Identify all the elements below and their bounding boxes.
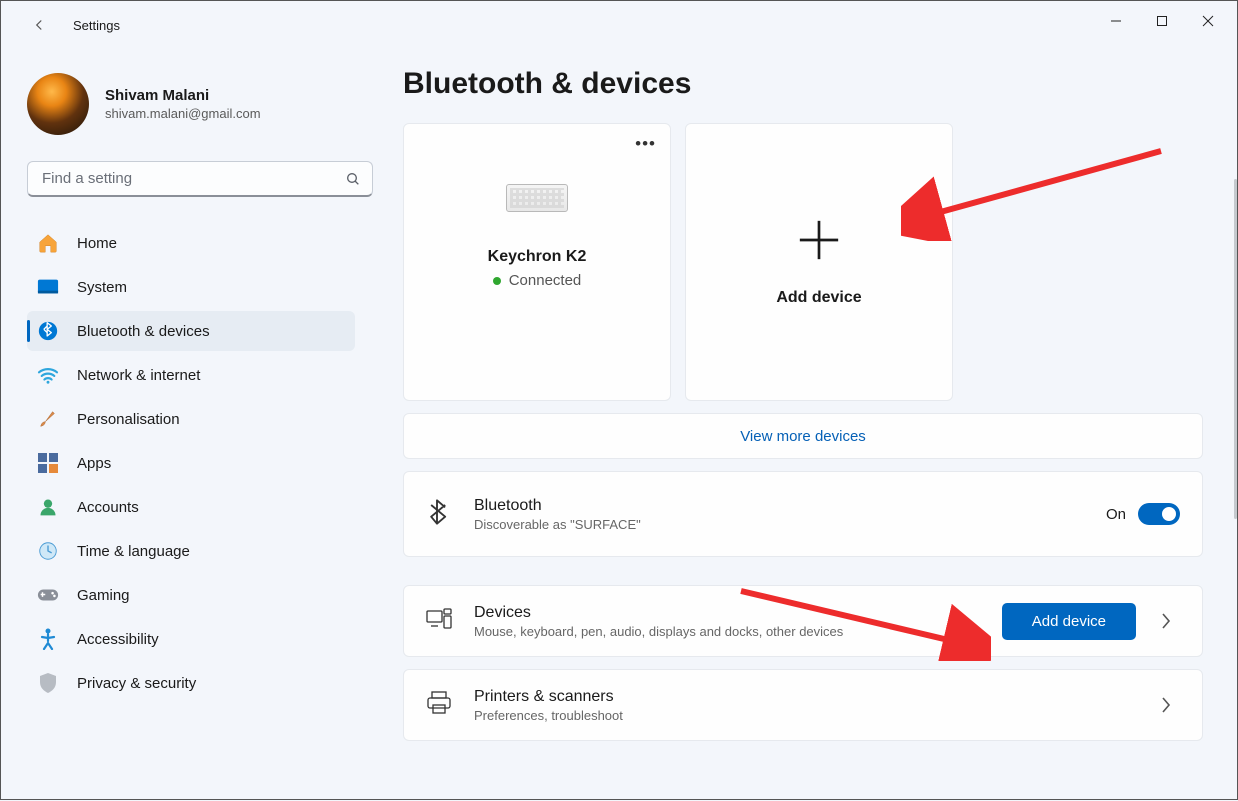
nav-label: Apps — [77, 455, 111, 472]
avatar — [27, 73, 89, 135]
sidebar-item-personalisation[interactable]: Personalisation — [27, 399, 355, 439]
system-icon — [37, 276, 59, 298]
status-dot-icon — [493, 277, 501, 285]
more-button[interactable]: ••• — [635, 134, 656, 154]
devices-title: Devices — [474, 604, 1002, 622]
bluetooth-icon — [426, 498, 454, 531]
bluetooth-icon — [37, 320, 59, 342]
bluetooth-toggle[interactable] — [1138, 503, 1180, 525]
nav-label: Network & internet — [77, 367, 200, 384]
printers-title: Printers & scanners — [474, 688, 1152, 706]
sidebar-item-gaming[interactable]: Gaming — [27, 575, 355, 615]
printer-icon — [426, 691, 454, 720]
toggle-label: On — [1106, 506, 1126, 523]
nav-label: Home — [77, 235, 117, 252]
wifi-icon — [37, 364, 59, 386]
add-device-label: Add device — [776, 289, 861, 307]
sidebar-item-time[interactable]: Time & language — [27, 531, 355, 571]
nav-label: Bluetooth & devices — [77, 323, 210, 340]
titlebar: Settings — [1, 1, 1237, 49]
printers-chevron[interactable] — [1152, 696, 1180, 714]
scrollbar[interactable] — [1234, 179, 1237, 519]
printers-row[interactable]: Printers & scanners Preferences, trouble… — [403, 669, 1203, 741]
devices-row[interactable]: Devices Mouse, keyboard, pen, audio, dis… — [403, 585, 1203, 657]
nav-label: Gaming — [77, 587, 130, 604]
search-input[interactable] — [27, 161, 373, 197]
chevron-right-icon — [1160, 612, 1172, 630]
nav: Home System Bluetooth & devices Network … — [27, 223, 355, 707]
arrow-left-icon — [30, 16, 48, 34]
devices-icon — [426, 608, 454, 635]
page-title: Bluetooth & devices — [403, 67, 1203, 101]
nav-label: Accounts — [77, 499, 139, 516]
sidebar-item-network[interactable]: Network & internet — [27, 355, 355, 395]
devices-chevron[interactable] — [1152, 612, 1180, 630]
sidebar-item-apps[interactable]: Apps — [27, 443, 355, 483]
sidebar-item-home[interactable]: Home — [27, 223, 355, 263]
app-title: Settings — [73, 18, 120, 33]
sidebar-item-system[interactable]: System — [27, 267, 355, 307]
device-status: Connected — [493, 272, 582, 289]
sidebar-item-bluetooth[interactable]: Bluetooth & devices — [27, 311, 355, 351]
status-text: Connected — [509, 272, 582, 289]
plus-icon — [796, 217, 842, 263]
minimize-button[interactable] — [1093, 5, 1139, 37]
view-more-devices-link[interactable]: View more devices — [403, 413, 1203, 459]
shield-icon — [37, 672, 59, 694]
bluetooth-subtitle: Discoverable as "SURFACE" — [474, 517, 1106, 532]
sidebar: Shivam Malani shivam.malani@gmail.com Ho… — [1, 49, 373, 801]
chevron-right-icon — [1160, 696, 1172, 714]
maximize-button[interactable] — [1139, 5, 1185, 37]
sidebar-item-privacy[interactable]: Privacy & security — [27, 663, 355, 703]
device-name: Keychron K2 — [488, 248, 587, 266]
bluetooth-toggle-row: Bluetooth Discoverable as "SURFACE" On — [403, 471, 1203, 557]
profile-name: Shivam Malani — [105, 87, 261, 104]
nav-label: Privacy & security — [77, 675, 196, 692]
search-wrap — [27, 161, 373, 197]
add-device-button[interactable]: Add device — [1002, 603, 1136, 640]
sidebar-item-accounts[interactable]: Accounts — [27, 487, 355, 527]
nav-label: System — [77, 279, 127, 296]
nav-label: Time & language — [77, 543, 190, 560]
clock-globe-icon — [37, 540, 59, 562]
view-more-text: View more devices — [740, 428, 866, 445]
nav-label: Personalisation — [77, 411, 180, 428]
apps-icon — [37, 452, 59, 474]
home-icon — [37, 232, 59, 254]
device-card[interactable]: ••• Keychron K2 Connected — [403, 123, 671, 401]
gamepad-icon — [37, 584, 59, 606]
person-icon — [37, 496, 59, 518]
printers-subtitle: Preferences, troubleshoot — [474, 708, 1152, 723]
profile-email: shivam.malani@gmail.com — [105, 106, 261, 121]
bluetooth-title: Bluetooth — [474, 497, 1106, 515]
profile-block[interactable]: Shivam Malani shivam.malani@gmail.com — [27, 73, 355, 135]
brush-icon — [37, 408, 59, 430]
search-icon — [345, 171, 361, 187]
add-device-card[interactable]: Add device — [685, 123, 953, 401]
devices-subtitle: Mouse, keyboard, pen, audio, displays an… — [474, 624, 1002, 639]
nav-label: Accessibility — [77, 631, 159, 648]
sidebar-item-accessibility[interactable]: Accessibility — [27, 619, 355, 659]
accessibility-icon — [37, 628, 59, 650]
keyboard-icon — [506, 184, 568, 212]
back-button[interactable] — [19, 5, 59, 45]
window-controls — [1093, 5, 1231, 37]
close-button[interactable] — [1185, 5, 1231, 37]
main-content: Bluetooth & devices ••• Keychron K2 Conn… — [373, 49, 1237, 801]
